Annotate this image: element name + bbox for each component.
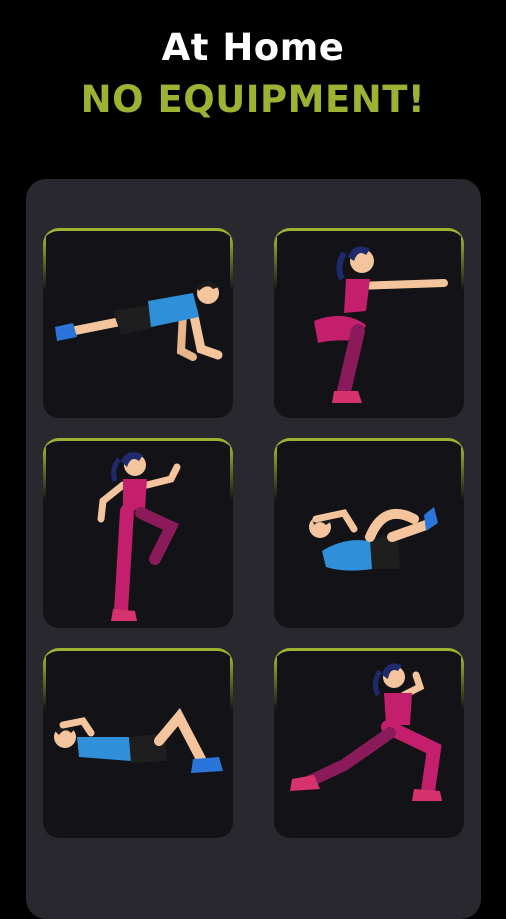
exercise-card-bicycle-crunch[interactable] <box>274 438 464 628</box>
high-knee-icon <box>97 452 181 621</box>
exercise-card-squat[interactable] <box>274 228 464 418</box>
bicycle-crunch-icon <box>309 507 438 571</box>
exercise-card-sit-up[interactable] <box>43 648 233 838</box>
exercise-panel <box>26 179 481 919</box>
lunge-icon <box>290 663 442 801</box>
title-at-home: At Home <box>161 26 345 69</box>
push-up-icon <box>55 281 223 361</box>
sit-up-icon <box>54 708 223 773</box>
exercise-card-push-up[interactable] <box>43 228 233 418</box>
exercise-card-lunge[interactable] <box>274 648 464 838</box>
squat-icon <box>314 246 448 403</box>
title-no-equipment: NO EQUIPMENT! <box>80 78 426 121</box>
exercise-card-high-knee[interactable] <box>43 438 233 628</box>
